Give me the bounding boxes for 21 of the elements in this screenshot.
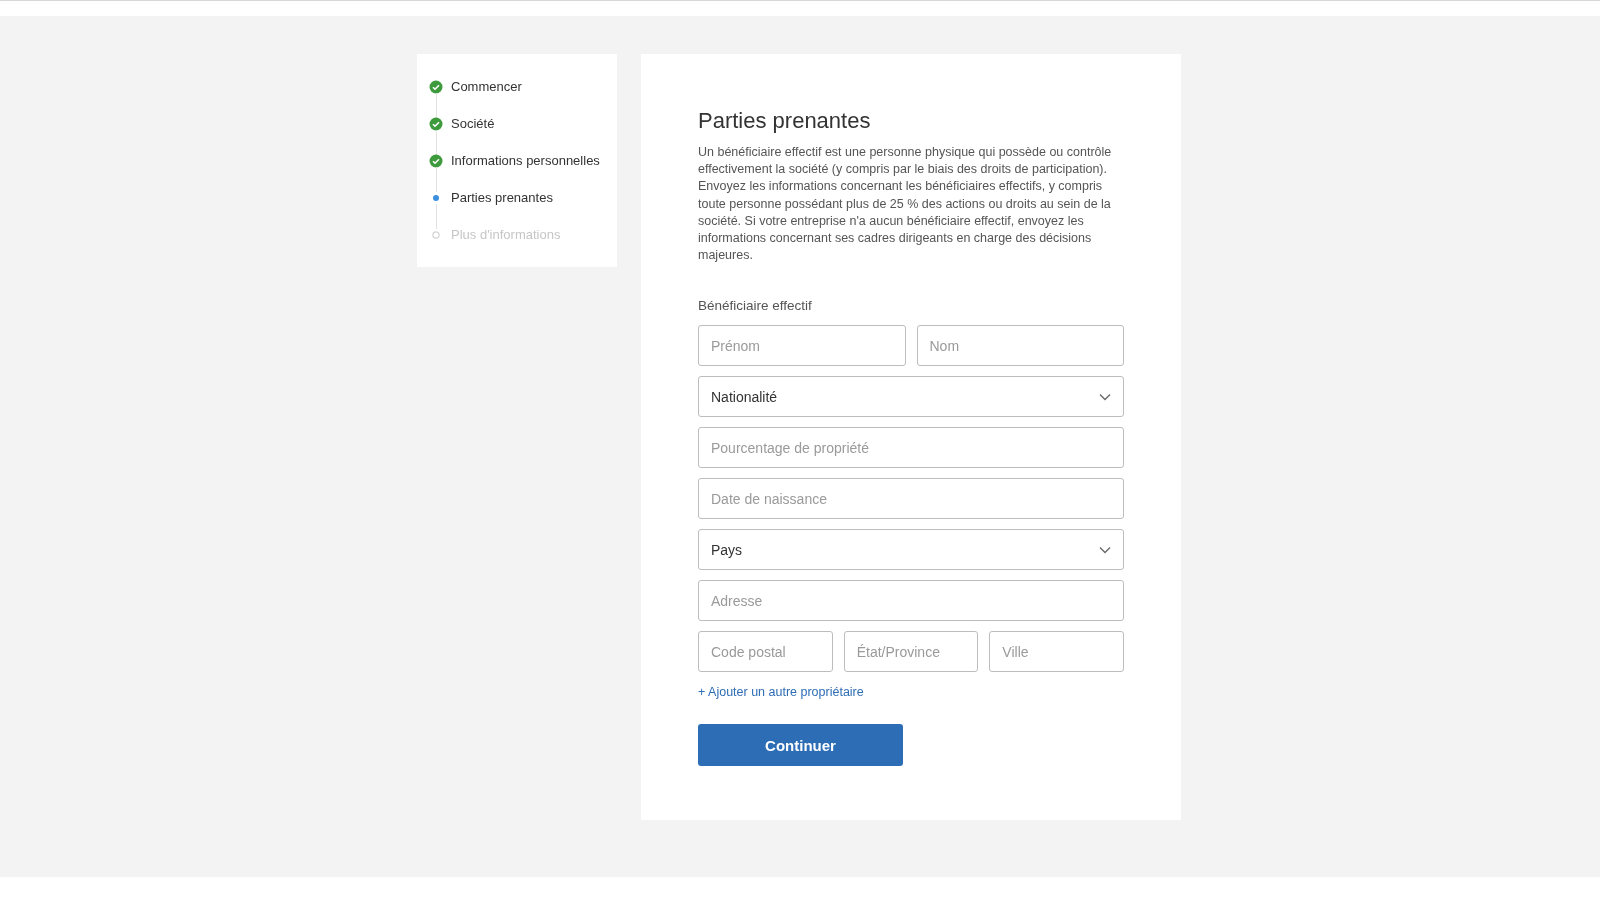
input-field[interactable]: Ville [989, 631, 1124, 673]
step-label[interactable]: Société [451, 116, 495, 131]
step-label[interactable]: Informations personnelles [451, 153, 600, 168]
continue-button[interactable]: Continuer [698, 724, 903, 767]
select-field[interactable]: Pays [698, 529, 1124, 571]
input-field[interactable]: Code postal [698, 631, 833, 673]
section-label: Bénéficiaire effectif [698, 298, 813, 314]
input-field[interactable]: Date de naissance [698, 478, 1124, 520]
add-owner-link[interactable]: + Ajouter un autre propriétaire [698, 685, 864, 700]
input-field[interactable]: Prénom [698, 325, 906, 367]
description-text: Un bénéficiaire effectif est une personne physique qui possède ou contrôle effectivement la société (y compris par le biais des droits de participation). Envoyez les informations concernant les bénéficiaires effectifs, y compris toute personne possédant plus de 25 % des actions ou droits au sein de la société. Si votre entreprise n'a aucun bénéficiaire effectif, envoyez les informations concernant ses cadres dirigeants en charge des décisions majeures. [698, 144, 1113, 265]
input-field[interactable]: État/Province [843, 631, 979, 673]
step-label[interactable]: Commencer [451, 79, 522, 94]
chevron-down-icon [1099, 545, 1111, 554]
chevron-down-icon [1099, 392, 1111, 401]
input-field[interactable]: Pourcentage de propriété [698, 427, 1124, 469]
input-field[interactable]: Nom [916, 325, 1124, 367]
step-label[interactable]: Parties prenantes [451, 190, 553, 205]
select-field[interactable]: Nationalité [698, 376, 1124, 418]
input-field[interactable]: Adresse [698, 580, 1124, 622]
page-title: Parties prenantes [698, 108, 872, 134]
